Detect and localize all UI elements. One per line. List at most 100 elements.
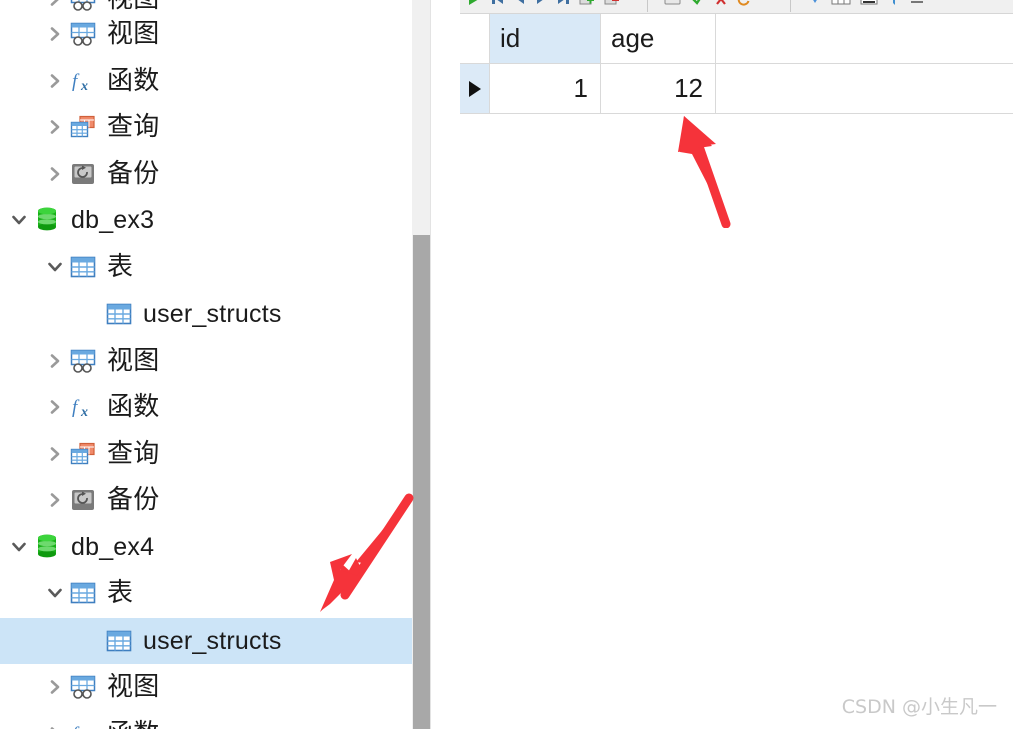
grid-row[interactable]: 1 12 <box>460 64 1013 114</box>
next-record-icon[interactable] <box>535 0 547 7</box>
csdn-watermark: CSDN @小生凡一 <box>841 696 997 718</box>
tree-item-函数[interactable]: fx 函数 <box>0 58 412 104</box>
view-icon <box>68 675 98 699</box>
chevron-right-icon[interactable] <box>42 118 68 136</box>
tree-item-表[interactable]: 表 <box>0 570 412 616</box>
discard-edit-icon[interactable] <box>714 0 728 7</box>
grid-cell-value: 12 <box>674 73 703 103</box>
grid-column-header-id[interactable]: id <box>490 14 601 64</box>
begin-record-icon[interactable] <box>491 0 505 7</box>
tree-item-db_ex3[interactable]: db_ex3 <box>0 197 412 243</box>
grid-column-header-label: id <box>500 23 521 53</box>
grid-row-filler <box>716 64 1013 114</box>
chevron-down-icon <box>48 262 62 272</box>
view-icon <box>70 0 96 11</box>
grid-cell-age[interactable]: 12 <box>601 64 716 114</box>
function-icon: fx <box>68 68 98 94</box>
toolbar-group-edit[interactable] <box>664 0 751 12</box>
database-icon <box>38 207 56 231</box>
grid-row-indicator[interactable] <box>460 64 490 114</box>
delete-record-icon[interactable] <box>604 0 620 7</box>
query-icon <box>70 442 95 465</box>
chevron-right-icon[interactable] <box>42 398 68 416</box>
panel-splitter[interactable] <box>430 0 460 729</box>
svg-text:f: f <box>72 724 80 729</box>
chevron-right-icon[interactable] <box>42 352 68 370</box>
tree-item-db_ex4[interactable]: db_ex4 <box>0 524 412 570</box>
nav icat-window: 视图视图fx函数查询备份db_ex3表user_structs视图fx函数查询备… <box>0 0 1013 729</box>
chevron-right-icon[interactable] <box>42 725 68 729</box>
function-icon: fx <box>68 721 98 729</box>
apply-changes-icon[interactable] <box>664 0 682 7</box>
function-icon: fx <box>72 397 88 420</box>
data-grid[interactable]: id age 1 12 <box>460 14 1013 114</box>
tree-scrollbar-thumb[interactable] <box>413 235 430 729</box>
chevron-down-icon[interactable] <box>42 584 68 602</box>
tree-item-查询[interactable]: 查询 <box>0 104 412 150</box>
tree-item-user_structs[interactable]: user_structs <box>0 618 412 664</box>
sort-icon[interactable] <box>808 0 822 7</box>
grid-body[interactable]: 1 12 <box>460 64 1013 114</box>
chevron-right-icon[interactable] <box>42 678 68 696</box>
chevron-down-icon[interactable] <box>6 538 32 556</box>
chevron-down-icon[interactable] <box>6 211 32 229</box>
confirm-edit-icon[interactable] <box>691 0 705 7</box>
chevron-right-icon <box>50 167 60 181</box>
add-record-icon[interactable] <box>579 0 595 7</box>
chevron-right-icon <box>50 120 60 134</box>
table-icon <box>106 630 132 652</box>
tree-item-函数[interactable]: fx 函数 <box>0 711 412 729</box>
grid-view-icon[interactable] <box>831 0 851 7</box>
tree-item-查询[interactable]: 查询 <box>0 431 412 477</box>
form-view-icon[interactable] <box>860 0 878 7</box>
toolbar-separator-2 <box>790 0 791 12</box>
chevron-right-icon[interactable] <box>42 0 68 8</box>
current-row-caret-icon <box>468 80 481 97</box>
svg-text:f: f <box>72 71 80 92</box>
chevron-right-icon <box>50 680 60 694</box>
object-browser-tree[interactable]: 视图视图fx函数查询备份db_ex3表user_structs视图fx函数查询备… <box>0 0 412 729</box>
tree-item-视图[interactable]: 视图 <box>0 11 412 57</box>
tree-item-备份[interactable]: 备份 <box>0 151 412 197</box>
tree-item-label: 查询 <box>107 439 160 469</box>
tree-item-视图[interactable]: 视图 <box>0 664 412 710</box>
end-record-icon[interactable] <box>556 0 570 7</box>
tree-item-label: 表 <box>107 578 134 608</box>
grid-column-header-age[interactable]: age <box>601 14 716 64</box>
grid-column-header-label: age <box>611 23 655 53</box>
grid-toolbar[interactable] <box>460 0 1013 14</box>
start-transaction-icon[interactable] <box>466 0 482 7</box>
toolbar-group-records[interactable] <box>466 0 620 12</box>
svg-text:f: f <box>72 397 80 418</box>
toolbar-group-filter[interactable] <box>808 0 924 12</box>
table-icon <box>68 581 98 605</box>
grid-corner-cell[interactable] <box>460 14 490 64</box>
chevron-right-icon[interactable] <box>42 25 68 43</box>
tree-item-label: 视图 <box>107 346 160 376</box>
tree-item-label: 查询 <box>107 112 160 142</box>
tree-item-label: 备份 <box>107 159 160 189</box>
tree-item-label: 备份 <box>107 485 160 515</box>
prev-record-icon[interactable] <box>514 0 526 7</box>
options-icon[interactable] <box>910 0 924 7</box>
tree-item-user_structs[interactable]: user_structs <box>0 291 412 337</box>
chevron-right-icon[interactable] <box>42 445 68 463</box>
chevron-right-icon <box>50 493 60 507</box>
backup-icon <box>68 488 98 512</box>
tree-item-函数[interactable]: fx 函数 <box>0 384 412 430</box>
chevron-right-icon[interactable] <box>42 72 68 90</box>
tree-item-视图[interactable]: 视图 <box>0 338 412 384</box>
chevron-right-icon[interactable] <box>42 491 68 509</box>
chevron-right-icon[interactable] <box>42 165 68 183</box>
filter-icon[interactable] <box>887 0 901 7</box>
grid-cell-value: 1 <box>573 73 588 103</box>
chevron-down-icon <box>48 588 62 598</box>
view-icon <box>70 22 96 46</box>
chevron-down-icon[interactable] <box>42 258 68 276</box>
tree-item-表[interactable]: 表 <box>0 244 412 290</box>
tree-item-label: db_ex3 <box>71 205 155 234</box>
panel-divider-line <box>430 0 431 729</box>
tree-item-备份[interactable]: 备份 <box>0 477 412 523</box>
grid-cell-id[interactable]: 1 <box>490 64 601 114</box>
refresh-icon[interactable] <box>737 0 751 7</box>
